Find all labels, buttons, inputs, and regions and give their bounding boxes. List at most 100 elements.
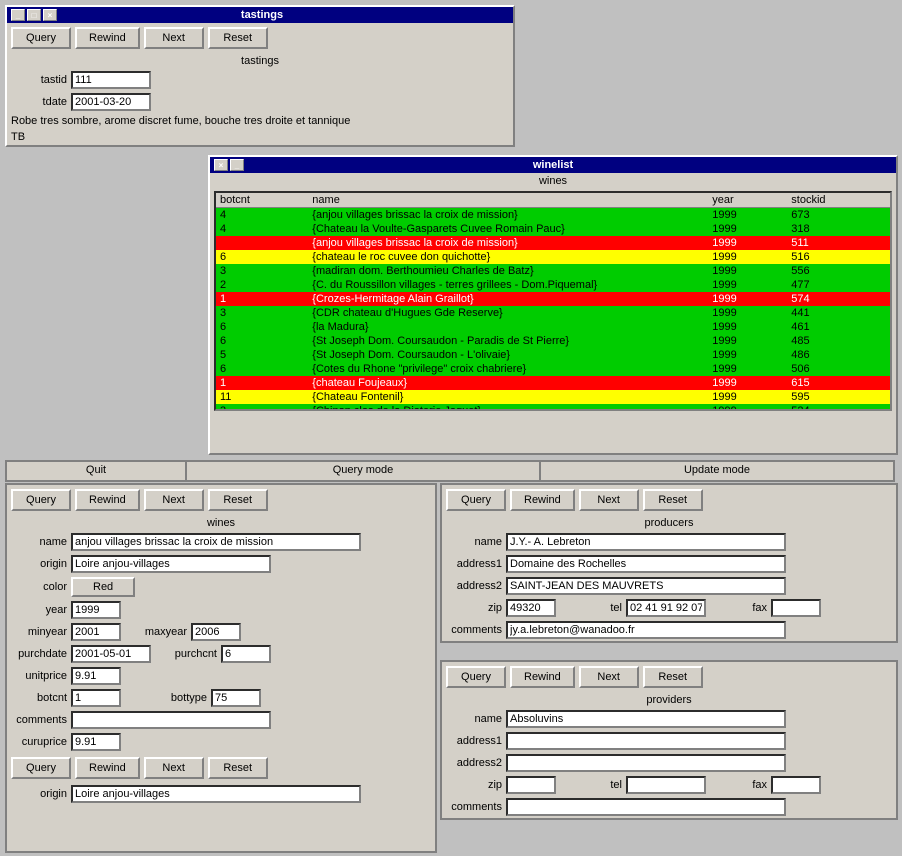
providers-tel-label: tel [566, 779, 626, 791]
producers-comments-row: comments [442, 619, 896, 641]
close-icon[interactable]: × [43, 9, 57, 21]
providers-comments-input[interactable] [506, 798, 786, 816]
wine-table-row[interactable]: 1{chateau Foujeaux}1999615 [216, 376, 890, 390]
wine-table-row[interactable]: 3{CDR chateau d'Hugues Gde Reserve}19994… [216, 306, 890, 320]
quit-button[interactable]: Quit [6, 461, 186, 481]
providers-rewind-button[interactable]: Rewind [510, 666, 575, 688]
tastings-window: _ □ × tastings Query Rewind Next Reset t… [5, 5, 515, 147]
wine-table-row[interactable]: 1{Crozes-Hermitage Alain Graillot}199957… [216, 292, 890, 306]
wine-botcnt-cell: 6 [216, 320, 308, 334]
tastings-rewind-button[interactable]: Rewind [75, 27, 140, 49]
wines-year-input[interactable] [71, 601, 121, 619]
wine-year-cell: 1999 [708, 334, 787, 348]
providers-name-input[interactable] [506, 710, 786, 728]
tastings-query-button[interactable]: Query [11, 27, 71, 49]
providers-address2-input[interactable] [506, 754, 786, 772]
wines-name-label: name [11, 536, 71, 548]
wine-year-cell: 1999 [708, 292, 787, 306]
providers-toolbar: Query Rewind Next Reset [442, 662, 896, 692]
wine-stockid-cell: 574 [787, 292, 890, 306]
producers-comments-input[interactable] [506, 621, 786, 639]
wine-table-row[interactable]: 4{anjou villages brissac la croix de mis… [216, 208, 890, 223]
providers-reset-button[interactable]: Reset [643, 666, 703, 688]
wine-name-cell: {la Madura} [308, 320, 708, 334]
wine-table-row[interactable]: 11{Chateau Fontenil}1999595 [216, 390, 890, 404]
update-mode-button[interactable]: Update mode [540, 461, 894, 481]
producers-address1-input[interactable] [506, 555, 786, 573]
wines-bottom-rewind-button[interactable]: Rewind [75, 757, 140, 779]
maximize-icon[interactable]: □ [27, 9, 41, 21]
query-mode-button[interactable]: Query mode [186, 461, 540, 481]
providers-address1-input[interactable] [506, 732, 786, 750]
wine-botcnt-cell: 6 [216, 250, 308, 264]
wine-table-row[interactable]: {anjou villages brissac la croix de miss… [216, 236, 890, 250]
producers-address2-input[interactable] [506, 577, 786, 595]
wines-rewind-button[interactable]: Rewind [75, 489, 140, 511]
wine-table-row[interactable]: 4{Chateau la Voulte-Gasparets Cuvee Roma… [216, 222, 890, 236]
wine-table-row[interactable]: 6{St Joseph Dom. Coursaudon - Paradis de… [216, 334, 890, 348]
wines-reset-button[interactable]: Reset [208, 489, 268, 511]
wines-comments-input[interactable] [71, 711, 271, 729]
wines-purchdate-input[interactable] [71, 645, 151, 663]
producers-query-button[interactable]: Query [446, 489, 506, 511]
wines-origin-label: origin [11, 558, 71, 570]
producers-address2-label: address2 [446, 580, 506, 592]
wines-curuprice-input[interactable] [71, 733, 121, 751]
providers-fax-input[interactable] [771, 776, 821, 794]
wine-table-row[interactable]: 6{Cotes du Rhone "privilege" croix chabr… [216, 362, 890, 376]
tdate-input[interactable] [71, 93, 151, 111]
providers-next-button[interactable]: Next [579, 666, 639, 688]
wines-unitprice-input[interactable] [71, 667, 121, 685]
wine-table-container[interactable]: botcnt name year stockid 4{anjou village… [214, 191, 892, 411]
wine-name-cell: {Chateau Fontenil} [308, 390, 708, 404]
producers-fax-label: fax [711, 602, 771, 614]
producers-next-button[interactable]: Next [579, 489, 639, 511]
producers-reset-button[interactable]: Reset [643, 489, 703, 511]
winelist-close-icon[interactable]: × [214, 159, 228, 171]
wine-table-row[interactable]: 5{St Joseph Dom. Coursaudon - L'olivaie}… [216, 348, 890, 362]
wine-table-row[interactable]: 2{C. du Roussillon villages - terres gri… [216, 278, 890, 292]
minimize-icon[interactable]: _ [11, 9, 25, 21]
providers-tel-input[interactable] [626, 776, 706, 794]
tastid-input[interactable] [71, 71, 151, 89]
producers-fax-input[interactable] [771, 599, 821, 617]
tb-text: TB [11, 131, 25, 143]
wines-bottom-reset-button[interactable]: Reset [208, 757, 268, 779]
providers-address1-row: address1 [442, 730, 896, 752]
producers-name-row: name [442, 531, 896, 553]
wines-next-button[interactable]: Next [144, 489, 204, 511]
producers-zip-input[interactable] [506, 599, 556, 617]
providers-query-button[interactable]: Query [446, 666, 506, 688]
wines-bottom-query-button[interactable]: Query [11, 757, 71, 779]
producers-panel: Query Rewind Next Reset producers name a… [440, 483, 898, 643]
winelist-minimize-icon[interactable]: _ [230, 159, 244, 171]
wine-name-cell: {madiran dom. Berthoumieu Charles de Bat… [308, 264, 708, 278]
wines-maxyear-input[interactable] [191, 623, 241, 641]
wine-stockid-cell: 441 [787, 306, 890, 320]
wine-table-row[interactable]: 3{madiran dom. Berthoumieu Charles de Ba… [216, 264, 890, 278]
wines-botcnt-input[interactable] [71, 689, 121, 707]
wine-table-row[interactable]: 6{chateau le roc cuvee don quichotte}199… [216, 250, 890, 264]
wines-bottom-next-button[interactable]: Next [144, 757, 204, 779]
wines-name-input[interactable] [71, 533, 361, 551]
tastings-next-button[interactable]: Next [144, 27, 204, 49]
producers-rewind-button[interactable]: Rewind [510, 489, 575, 511]
wines-bottom-origin-input[interactable] [71, 785, 361, 803]
wines-query-button[interactable]: Query [11, 489, 71, 511]
producers-name-input[interactable] [506, 533, 786, 551]
providers-zip-input[interactable] [506, 776, 556, 794]
wines-bottype-input[interactable] [211, 689, 261, 707]
wine-table-row[interactable]: 3{Chinon clos de la Dioterie Joguet}1999… [216, 404, 890, 411]
wines-name-row: name [7, 531, 435, 553]
wine-stockid-cell: 461 [787, 320, 890, 334]
wines-purchcnt-input[interactable] [221, 645, 271, 663]
wines-origin-input[interactable] [71, 555, 271, 573]
mode-bar: Quit Query mode Update mode [5, 460, 895, 482]
col-stockid: stockid [787, 193, 890, 208]
producers-tel-input[interactable] [626, 599, 706, 617]
wines-color-button[interactable]: Red [71, 577, 135, 597]
wine-table-row[interactable]: 6{la Madura}1999461 [216, 320, 890, 334]
wines-minyear-input[interactable] [71, 623, 121, 641]
providers-zip-row: zip tel fax [442, 774, 896, 796]
tastings-reset-button[interactable]: Reset [208, 27, 268, 49]
